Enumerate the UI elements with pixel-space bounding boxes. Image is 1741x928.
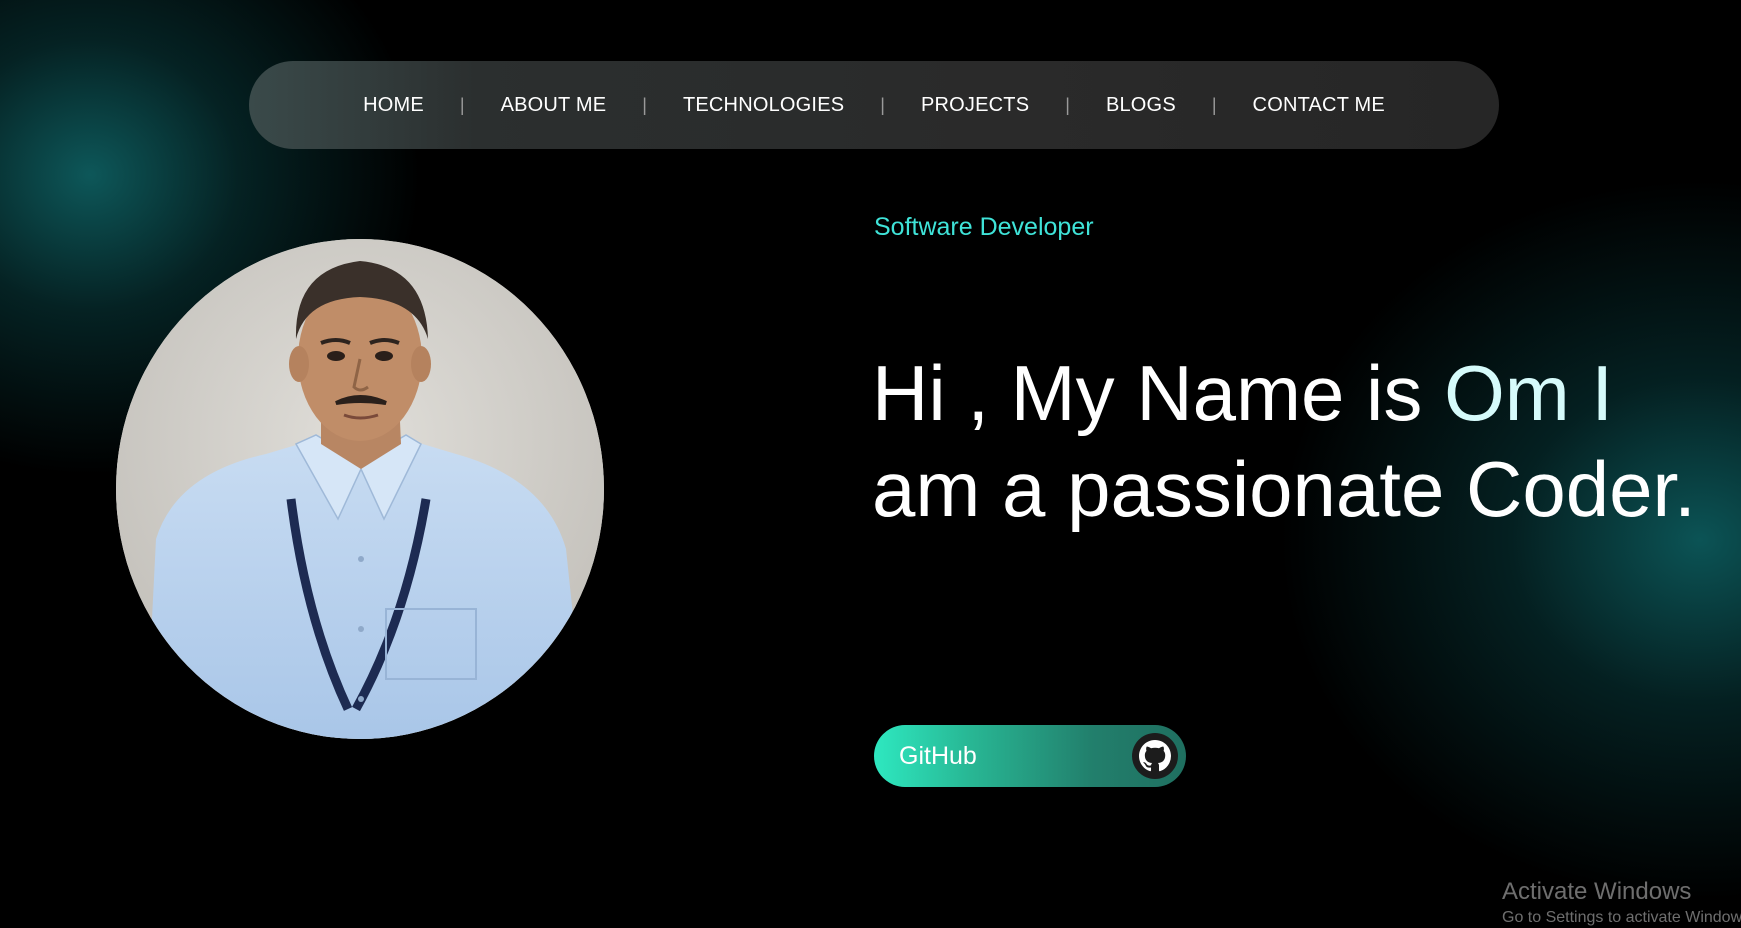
- github-icon-svg: [1139, 740, 1171, 772]
- role-subtitle: Software Developer: [874, 213, 1094, 241]
- nav-separator: |: [880, 94, 885, 115]
- top-navigation: HOME | ABOUT ME | TECHNOLOGIES | PROJECT…: [249, 61, 1499, 149]
- github-button[interactable]: GitHub: [874, 725, 1186, 787]
- watermark-subtitle: Go to Settings to activate Windows.: [1502, 909, 1741, 926]
- headline-tagline: am a passionate Coder.: [872, 445, 1696, 533]
- nav-link-contact-me[interactable]: CONTACT ME: [1253, 94, 1385, 117]
- page: HOME | ABOUT ME | TECHNOLOGIES | PROJECT…: [0, 0, 1741, 928]
- profile-photo: [116, 239, 604, 739]
- nav-link-blogs[interactable]: BLOGS: [1106, 94, 1176, 117]
- windows-activation-watermark: Activate Windows Go to Settings to activ…: [1502, 878, 1741, 928]
- nav-link-home[interactable]: HOME: [363, 94, 424, 117]
- hero-headline: Hi , My Name is Om Iam a passionate Code…: [872, 345, 1732, 537]
- nav-separator: |: [642, 94, 647, 115]
- nav-link-technologies[interactable]: TECHNOLOGIES: [683, 94, 844, 117]
- nav-link-about-me[interactable]: ABOUT ME: [501, 94, 607, 117]
- github-button-label: GitHub: [899, 741, 977, 770]
- nav-separator: |: [1065, 94, 1070, 115]
- github-icon: [1132, 733, 1178, 779]
- headline-name: Om I: [1444, 349, 1614, 437]
- watermark-title: Activate Windows: [1502, 878, 1692, 905]
- nav-separator: |: [1211, 94, 1217, 115]
- profile-photo-illustration: [116, 239, 604, 739]
- nav-separator: |: [459, 94, 465, 115]
- headline-intro: Hi , My Name is: [872, 349, 1445, 437]
- nav-link-projects[interactable]: PROJECTS: [921, 94, 1029, 117]
